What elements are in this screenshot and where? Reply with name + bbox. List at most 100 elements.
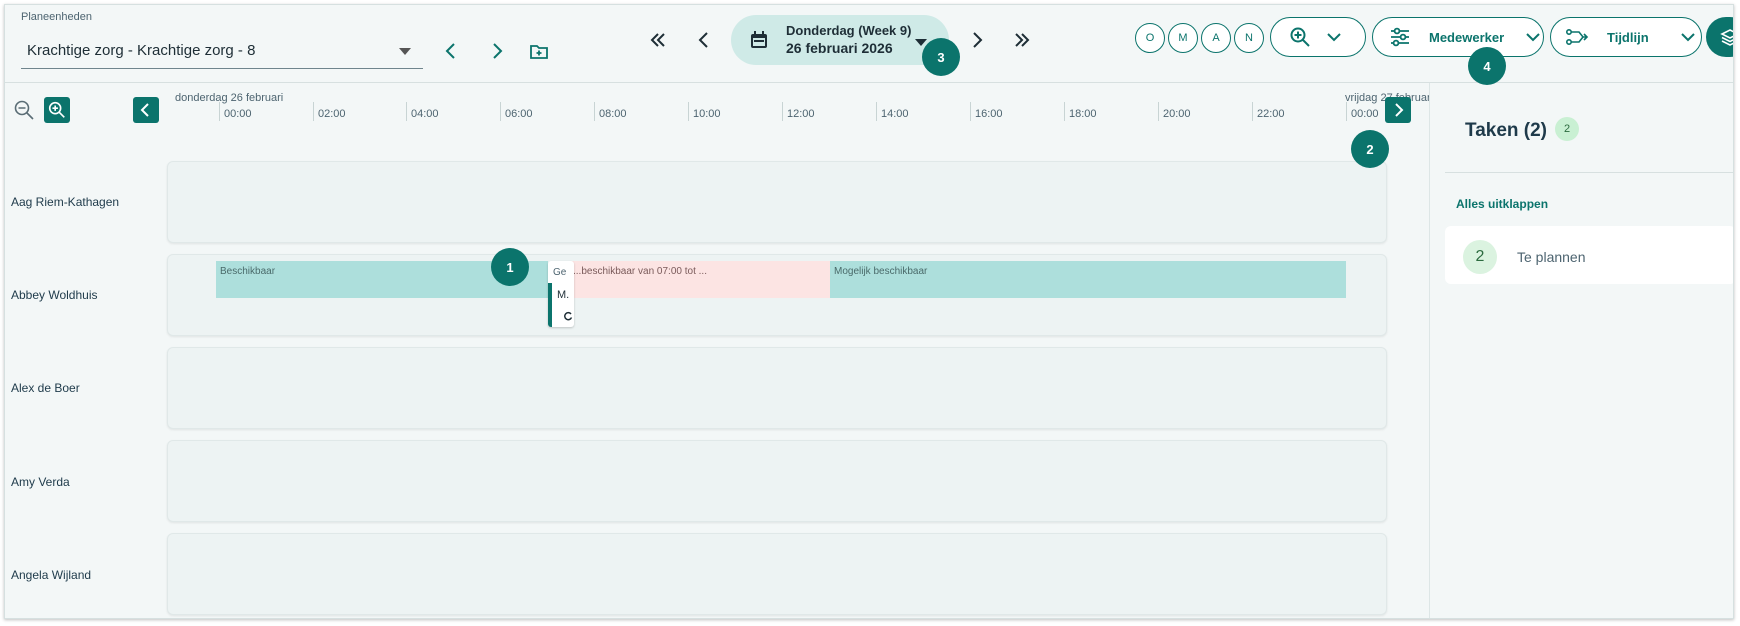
hour-tick bbox=[970, 102, 971, 121]
task-block[interactable]: Ge M. bbox=[548, 261, 574, 327]
chevron-right-icon bbox=[973, 32, 983, 48]
hour-label: 14:00 bbox=[881, 108, 909, 120]
hour-tick bbox=[782, 102, 783, 121]
hour-tick bbox=[688, 102, 689, 121]
planning-unit-value: Krachtige zorg - Krachtige zorg - 8 bbox=[27, 42, 256, 59]
zoom-in-button[interactable] bbox=[44, 97, 70, 123]
timeline-scroll-right-button[interactable] bbox=[1385, 97, 1411, 123]
add-folder-button[interactable] bbox=[524, 36, 554, 66]
hour-label: 00:00 bbox=[1351, 108, 1379, 120]
timeline-label: Tijdlijn bbox=[1607, 29, 1649, 45]
employee-row[interactable] bbox=[167, 533, 1387, 615]
hour-label: 20:00 bbox=[1163, 108, 1191, 120]
previous-week-button[interactable] bbox=[643, 25, 673, 55]
expand-all-link[interactable]: Alles uitklappen bbox=[1456, 197, 1548, 211]
task-group-label: Te plannen bbox=[1517, 249, 1586, 265]
layers-button[interactable] bbox=[1706, 17, 1733, 57]
zoom-menu-button[interactable] bbox=[1270, 17, 1366, 57]
chevron-right-icon bbox=[1395, 103, 1404, 117]
chevron-down-icon bbox=[1526, 33, 1540, 42]
task-detail-label: M. bbox=[557, 289, 570, 301]
hour-tick bbox=[1252, 102, 1253, 121]
divider bbox=[1445, 172, 1733, 173]
task-group-count: 2 bbox=[1463, 240, 1497, 274]
date-value: 26 februari 2026 bbox=[786, 40, 893, 56]
previous-day-button[interactable] bbox=[689, 25, 719, 55]
shift-filter-n[interactable]: N bbox=[1234, 23, 1264, 53]
hour-tick bbox=[500, 102, 501, 121]
callout-badge-3: 3 bbox=[922, 38, 960, 76]
employee-name[interactable]: Aag Riem-Kathagen bbox=[11, 195, 119, 209]
hour-label: 16:00 bbox=[975, 108, 1003, 120]
chevron-left-icon bbox=[445, 43, 455, 59]
zoom-out-icon bbox=[14, 100, 34, 120]
zoom-in-icon bbox=[48, 101, 65, 118]
date-picker[interactable]: Donderdag (Week 9) 26 februari 2026 bbox=[731, 15, 949, 65]
hour-tick bbox=[594, 102, 595, 121]
hour-label: 00:00 bbox=[224, 108, 252, 120]
planning-unit-select[interactable]: Krachtige zorg - Krachtige zorg - 8 bbox=[21, 33, 423, 69]
zoom-out-button[interactable] bbox=[13, 99, 35, 126]
tasks-panel: Taken (2) 2 Alles uitklappen 2 Te planne… bbox=[1429, 83, 1733, 618]
next-week-button[interactable] bbox=[1007, 25, 1037, 55]
double-chevron-left-icon bbox=[650, 33, 665, 47]
hour-tick bbox=[1158, 102, 1159, 121]
planning-units-label: Planeenheden bbox=[21, 11, 92, 23]
hour-label: 18:00 bbox=[1069, 108, 1097, 120]
chevron-down-icon bbox=[1327, 33, 1341, 42]
employee-row[interactable] bbox=[167, 161, 1387, 243]
chevron-left-icon bbox=[698, 32, 708, 48]
timeline-area: donderdag 26 februari vrijdag 27 februar… bbox=[5, 83, 1433, 618]
hour-tick bbox=[406, 102, 407, 121]
next-day-button[interactable] bbox=[962, 25, 992, 55]
view-mode-button[interactable]: Medewerker bbox=[1372, 17, 1544, 57]
task-short-label: Ge bbox=[553, 267, 567, 278]
shift-filter-m[interactable]: M bbox=[1168, 23, 1198, 53]
timeline-scroll-left-button[interactable] bbox=[133, 97, 159, 123]
previous-unit-button[interactable] bbox=[436, 36, 466, 66]
timeline-icon bbox=[1565, 28, 1589, 46]
task-color-strip bbox=[548, 283, 552, 327]
chevron-right-icon bbox=[493, 43, 503, 59]
hour-tick bbox=[219, 102, 220, 121]
refresh-icon bbox=[564, 311, 573, 321]
hour-label: 04:00 bbox=[411, 108, 439, 120]
hour-label: 06:00 bbox=[505, 108, 533, 120]
tasks-title: Taken (2) bbox=[1465, 120, 1548, 141]
hour-tick bbox=[1064, 102, 1065, 121]
maybe-available-bar[interactable]: Mogelijk beschikbaar bbox=[830, 261, 1346, 298]
hour-label: 10:00 bbox=[693, 108, 721, 120]
employee-name[interactable]: Alex de Boer bbox=[11, 381, 80, 395]
folder-plus-icon bbox=[530, 45, 548, 59]
callout-badge-4: 4 bbox=[1468, 47, 1506, 85]
double-chevron-right-icon bbox=[1015, 33, 1030, 47]
chevron-down-icon bbox=[1680, 33, 1695, 42]
hour-tick bbox=[876, 102, 877, 121]
calendar-icon bbox=[751, 31, 767, 48]
employee-name[interactable]: Amy Verda bbox=[11, 475, 70, 489]
next-unit-button[interactable] bbox=[482, 36, 512, 66]
task-group-card[interactable]: 2 Te plannen bbox=[1445, 226, 1733, 284]
zoom-in-icon bbox=[1290, 27, 1310, 47]
employee-row[interactable] bbox=[167, 347, 1387, 429]
hour-label: 12:00 bbox=[787, 108, 815, 120]
employee-name[interactable]: Abbey Woldhuis bbox=[11, 288, 98, 302]
date-weekday: Donderdag (Week 9) bbox=[786, 23, 912, 38]
view-mode-label: Medewerker bbox=[1429, 29, 1505, 45]
sliders-icon bbox=[1391, 27, 1409, 47]
callout-badge-2: 2 bbox=[1351, 130, 1389, 168]
timeline-start-date: donderdag 26 februari bbox=[175, 92, 284, 104]
tasks-count-badge: 2 bbox=[1555, 117, 1579, 141]
employee-row[interactable] bbox=[167, 440, 1387, 522]
chevron-left-icon bbox=[140, 103, 149, 117]
shift-filter-a[interactable]: A bbox=[1201, 23, 1231, 53]
app-window: Planeenheden Krachtige zorg - Krachtige … bbox=[4, 4, 1734, 619]
callout-badge-1: 1 bbox=[491, 248, 529, 286]
hour-tick bbox=[313, 102, 314, 121]
layers-icon bbox=[1720, 29, 1733, 46]
hour-label: 08:00 bbox=[599, 108, 627, 120]
shift-filter-o[interactable]: O bbox=[1135, 23, 1165, 53]
unavailability-bar[interactable]: ...beschikbaar van 07:00 tot ... bbox=[569, 261, 830, 298]
timeline-mode-button[interactable]: Tijdlijn bbox=[1550, 17, 1702, 57]
employee-name[interactable]: Angela Wijland bbox=[11, 568, 91, 582]
